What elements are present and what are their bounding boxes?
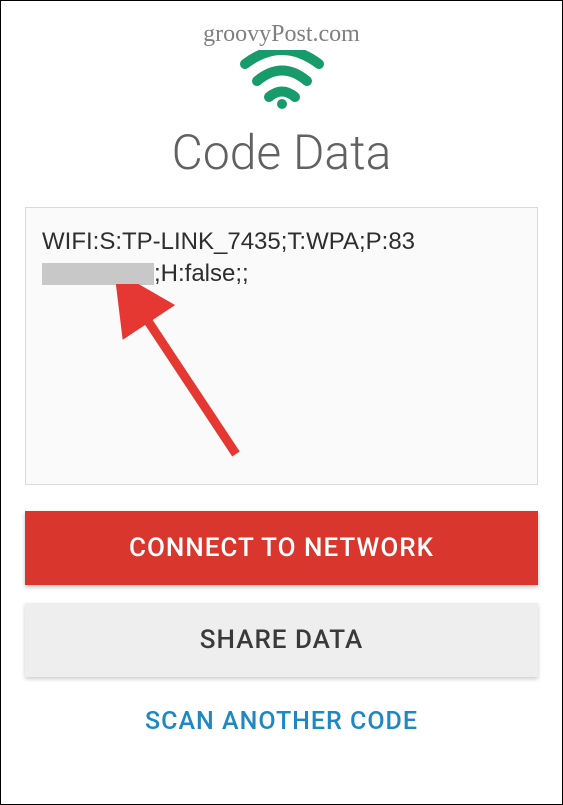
wifi-icon	[25, 50, 538, 110]
code-data-box: WIFI:S:TP-LINK_7435;T:WPA;P:83 ;H:false;;	[25, 207, 538, 485]
annotation-arrow	[116, 284, 266, 474]
connect-button[interactable]: CONNECT TO NETWORK	[25, 511, 538, 585]
page-title: Code Data	[25, 124, 538, 181]
scan-another-button[interactable]: SCAN ANOTHER CODE	[25, 699, 538, 744]
redacted-block	[42, 263, 154, 285]
share-button[interactable]: SHARE DATA	[25, 603, 538, 677]
watermark-text: groovyPost.com	[25, 21, 538, 48]
wifi-data-text: WIFI:S:TP-LINK_7435;T:WPA;P:83 ;H:false;;	[42, 226, 521, 291]
wifi-data-suffix: ;H:false;;	[154, 260, 249, 287]
wifi-data-prefix: WIFI:S:TP-LINK_7435;T:WPA;P:83	[42, 228, 415, 255]
